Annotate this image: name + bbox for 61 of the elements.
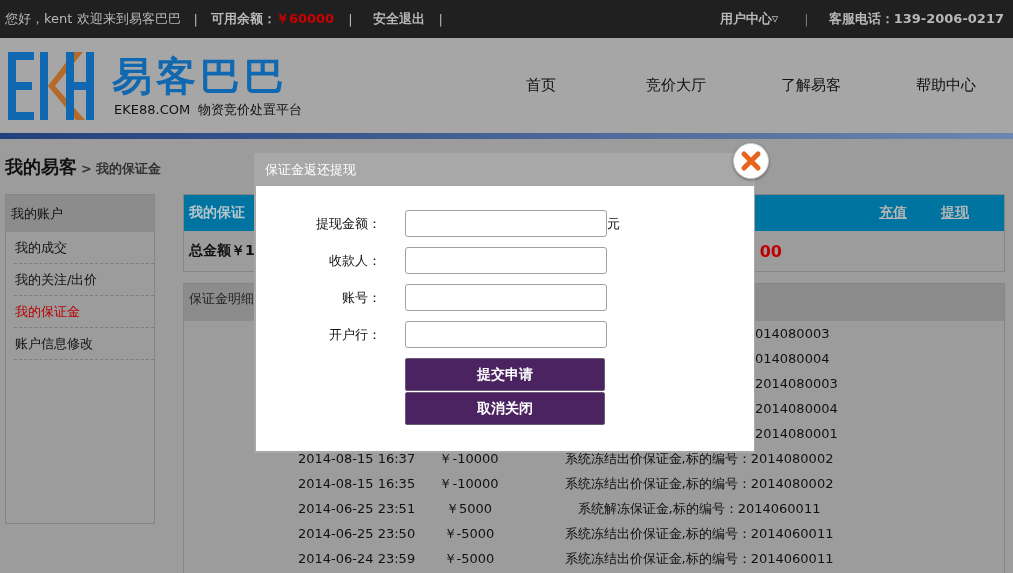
table-cell-text: ￥-10000 <box>438 474 500 493</box>
hotline-text: 客服电话：139-2006-0217 <box>828 10 1004 28</box>
nav-link[interactable]: 帮助中心 <box>878 76 1013 95</box>
logo-icon <box>8 51 94 120</box>
table-cell: 2014080004 <box>755 401 838 416</box>
close-icon <box>740 150 762 172</box>
table-cell-text: 系统冻结出价保证金,标的编号：2014080002 <box>563 449 835 468</box>
sidebar-item[interactable]: 我的成交 <box>14 232 154 264</box>
table-cell-text: 2014-08-15 16:37 <box>297 451 414 466</box>
panel-title: 我的保证 <box>189 204 245 222</box>
table-cell-text: 系统冻结出价保证金,标的编号：2014080002 <box>563 474 835 493</box>
table-cell: 2014080003 <box>755 376 838 391</box>
unit-label: 元 <box>607 214 620 233</box>
nav-link[interactable]: 首页 <box>473 76 608 95</box>
logo-subtitle: EKE88.COM 物资竞价处置平台 <box>114 100 303 119</box>
field-label: 提现金额： <box>315 214 381 233</box>
total-label: 总金额￥1 <box>189 242 255 260</box>
table-cell-text: ￥-5000 <box>442 549 496 568</box>
nav-link[interactable]: 了解易客 <box>743 76 878 95</box>
table-cell-text: 系统冻结出价保证金,标的编号：2014060011 <box>563 524 835 543</box>
input-field[interactable] <box>405 210 607 237</box>
separator-text: | <box>438 11 443 27</box>
page-title: 我的易客 <box>5 155 77 179</box>
total-value-fragment: 00 <box>759 241 782 261</box>
table-cell-text: 2014-06-25 23:50 <box>297 526 414 541</box>
dialog-button[interactable]: 取消关闭 <box>405 392 605 425</box>
separator-text: | <box>193 11 198 27</box>
dialog-title: 保证金返还提现 <box>265 160 356 179</box>
input-field[interactable] <box>405 247 607 274</box>
input-field[interactable] <box>405 284 607 311</box>
table-cell-text: ￥5000 <box>444 499 494 518</box>
sidebar-title: 我的账户 <box>6 195 154 232</box>
sidebar-item[interactable]: 我的关注/出价 <box>14 264 154 296</box>
logout-link[interactable]: 安全退出 <box>372 10 425 28</box>
field-label: 开户行： <box>328 325 381 344</box>
sidebar-item[interactable]: 账户信息修改 <box>14 328 154 360</box>
separator-text: | <box>804 11 809 27</box>
table-cell: 014080004 <box>755 351 830 366</box>
table-cell-text: 2014-06-24 23:59 <box>297 551 414 566</box>
greeting-text: 您好，kent 欢迎来到易客巴巴 <box>5 10 181 28</box>
balance-value: ￥60000 <box>275 10 335 28</box>
logo-title: 易客巴巴 <box>112 52 289 99</box>
table-cell-text: ￥-10000 <box>438 449 500 468</box>
table-cell-text: 系统解冻保证金,标的编号：2014060011 <box>576 499 822 518</box>
input-field[interactable] <box>405 321 607 348</box>
user-center-menu[interactable]: 用户中心▿ <box>719 10 779 28</box>
balance-label: 可用余额： <box>210 10 276 28</box>
close-button[interactable] <box>733 143 769 179</box>
field-label: 账号： <box>341 288 381 307</box>
table-cell: 2014080001 <box>755 426 838 441</box>
separator-text: | <box>348 11 353 27</box>
details-title: 保证金明细 <box>189 291 254 306</box>
field-label: 收款人： <box>328 251 381 270</box>
table-cell-text: 系统冻结出价保证金,标的编号：2014060011 <box>563 549 835 568</box>
table-cell-text: 2014-08-15 16:35 <box>297 476 414 491</box>
dialog-button[interactable]: 提交申请 <box>405 358 605 391</box>
nav-link[interactable]: 竞价大厅 <box>608 76 743 95</box>
breadcrumb-current: > 我的保证金 <box>81 160 162 178</box>
table-cell: 014080003 <box>755 326 830 341</box>
table-cell-text: 2014-06-25 23:51 <box>297 501 414 516</box>
table-cell-text: ￥-5000 <box>442 524 496 543</box>
